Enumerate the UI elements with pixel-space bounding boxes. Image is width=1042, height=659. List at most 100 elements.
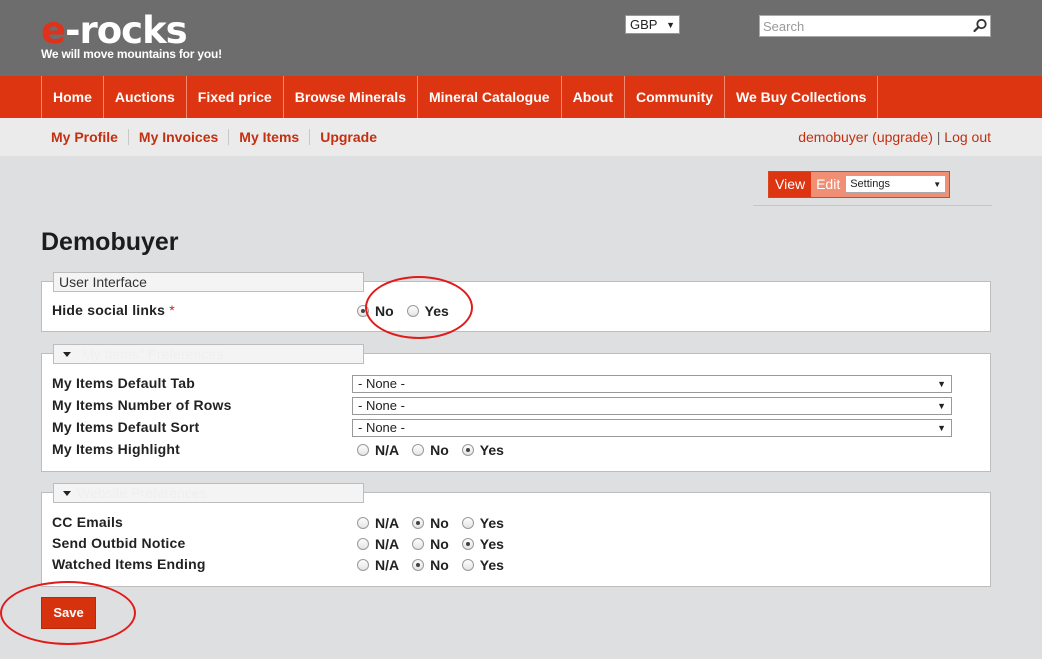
field-label: My Items Default Sort <box>52 419 200 435</box>
username-link[interactable]: demobuyer <box>798 129 868 145</box>
form-row-watched-items-ending: Watched Items Ending N/A No Yes <box>52 555 982 575</box>
page-title: Demobuyer <box>41 228 179 256</box>
edit-section-select[interactable]: Settings ▼ <box>845 175 947 193</box>
field-label: Watched Items Ending <box>52 556 206 572</box>
field-label: CC Emails <box>52 514 124 530</box>
radio-na[interactable] <box>357 517 369 529</box>
logo-wordmark: e-rocks <box>41 9 188 52</box>
nav-we-buy-collections[interactable]: We Buy Collections <box>725 76 879 118</box>
fieldset-my-items-preferences: "My Items" Preferences My Items Default … <box>41 344 991 472</box>
dropdown-arrow-icon: ▼ <box>937 401 946 411</box>
radio-label-no[interactable]: No <box>430 536 449 552</box>
field-label: My Items Highlight <box>52 441 181 457</box>
fieldset-legend: User Interface <box>53 272 364 292</box>
radio-group: N/A No Yes <box>357 555 517 575</box>
save-button[interactable]: Save <box>41 597 96 629</box>
radio-yes[interactable] <box>461 559 474 571</box>
nav-auctions[interactable]: Auctions <box>104 76 187 118</box>
radio-no[interactable] <box>412 559 425 571</box>
default-tab-select[interactable]: - None - ▼ <box>352 375 952 393</box>
tab-view[interactable]: View <box>769 172 812 197</box>
radio-label-yes[interactable]: Yes <box>480 536 504 552</box>
account-navigation: My Profile My Invoices My Items Upgrade … <box>0 118 1042 156</box>
field-label: Hide social links * <box>52 302 175 318</box>
radio-label-na[interactable]: N/A <box>375 442 399 458</box>
dropdown-arrow-icon: ▼ <box>937 379 946 389</box>
currency-select[interactable]: GBP ▼ <box>625 15 680 34</box>
subnav-my-profile[interactable]: My Profile <box>41 129 129 145</box>
logout-link[interactable]: Log out <box>944 129 991 145</box>
subnav-my-invoices[interactable]: My Invoices <box>129 129 230 145</box>
view-edit-tabs: View Edit Settings ▼ <box>768 171 951 198</box>
field-label: My Items Number of Rows <box>52 397 232 413</box>
radio-label-na[interactable]: N/A <box>375 515 399 531</box>
search-box <box>759 15 991 37</box>
site-header: e-rocks We will move mountains for you! … <box>0 0 1042 76</box>
upgrade-link[interactable]: (upgrade) <box>872 129 933 145</box>
radio-label-no[interactable]: No <box>430 557 449 573</box>
search-icon[interactable] <box>970 16 990 36</box>
radio-yes[interactable] <box>461 538 474 550</box>
radio-no[interactable] <box>412 517 425 529</box>
main-navigation: Home Auctions Fixed price Browse Mineral… <box>0 76 1042 118</box>
site-logo[interactable]: e-rocks We will move mountains for you! <box>41 9 222 61</box>
radio-label-na[interactable]: N/A <box>375 557 399 573</box>
radio-label-na[interactable]: N/A <box>375 536 399 552</box>
edit-section-value: Settings <box>850 178 890 190</box>
nav-home[interactable]: Home <box>42 76 104 118</box>
collapse-triangle-icon <box>63 351 71 357</box>
fieldset-legend-toggle[interactable]: Website Preferences <box>53 483 364 503</box>
nav-fixed-price[interactable]: Fixed price <box>187 76 284 118</box>
radio-label-yes[interactable]: Yes <box>425 303 449 319</box>
nav-browse-minerals[interactable]: Browse Minerals <box>284 76 418 118</box>
radio-na[interactable] <box>357 559 369 571</box>
form-row-cc-emails: CC Emails N/A No Yes <box>52 513 982 533</box>
dropdown-arrow-icon: ▼ <box>937 423 946 433</box>
fieldset-website-preferences: Website Preferences CC Emails N/A No Yes… <box>41 483 991 587</box>
nav-mineral-catalogue[interactable]: Mineral Catalogue <box>418 76 562 118</box>
radio-na[interactable] <box>357 444 369 456</box>
radio-label-no[interactable]: No <box>375 303 394 319</box>
subnav-my-items[interactable]: My Items <box>229 129 311 145</box>
form-row-number-of-rows: My Items Number of Rows - None - ▼ <box>52 396 982 416</box>
nav-about[interactable]: About <box>562 76 626 118</box>
form-row-default-tab: My Items Default Tab - None - ▼ <box>52 374 982 394</box>
dropdown-arrow-icon: ▼ <box>666 19 675 30</box>
form-row-default-sort: My Items Default Sort - None - ▼ <box>52 418 982 438</box>
dropdown-arrow-icon: ▼ <box>933 179 942 189</box>
radio-group: N/A No Yes <box>357 440 517 460</box>
radio-label-yes[interactable]: Yes <box>480 442 504 458</box>
radio-label-no[interactable]: No <box>430 442 449 458</box>
radio-yes[interactable] <box>406 305 419 317</box>
form-row-send-outbid-notice: Send Outbid Notice N/A No Yes <box>52 534 982 554</box>
search-input[interactable] <box>760 16 970 36</box>
radio-no[interactable] <box>412 538 425 550</box>
form-row-hide-social-links: Hide social links * No Yes <box>52 301 982 321</box>
subnav-upgrade[interactable]: Upgrade <box>310 129 387 145</box>
radio-label-no[interactable]: No <box>430 515 449 531</box>
collapse-triangle-icon <box>63 490 71 496</box>
fieldset-legend-toggle[interactable]: "My Items" Preferences <box>53 344 364 364</box>
nav-community[interactable]: Community <box>625 76 726 118</box>
radio-no[interactable] <box>357 305 369 317</box>
radio-na[interactable] <box>357 538 369 550</box>
radio-label-yes[interactable]: Yes <box>480 557 504 573</box>
radio-group: N/A No Yes <box>357 513 517 533</box>
form-row-highlight: My Items Highlight N/A No Yes <box>52 440 982 460</box>
radio-group: No Yes <box>357 301 462 321</box>
radio-yes[interactable] <box>461 517 474 529</box>
field-label: Send Outbid Notice <box>52 535 186 551</box>
user-links-separator: | <box>936 129 941 145</box>
radio-yes[interactable] <box>461 444 474 456</box>
logo-tagline: We will move mountains for you! <box>41 47 222 61</box>
radio-group: N/A No Yes <box>357 534 517 554</box>
number-of-rows-select[interactable]: - None - ▼ <box>352 397 952 415</box>
fieldset-user-interface: User Interface Hide social links * No Ye… <box>41 272 991 332</box>
view-edit-bar: View Edit Settings ▼ <box>753 170 992 206</box>
radio-no[interactable] <box>412 444 425 456</box>
default-sort-select[interactable]: - None - ▼ <box>352 419 952 437</box>
user-links: demobuyer (upgrade) | Log out <box>798 129 991 145</box>
field-label: My Items Default Tab <box>52 375 195 391</box>
tab-edit[interactable]: Edit <box>811 172 845 197</box>
radio-label-yes[interactable]: Yes <box>480 515 504 531</box>
